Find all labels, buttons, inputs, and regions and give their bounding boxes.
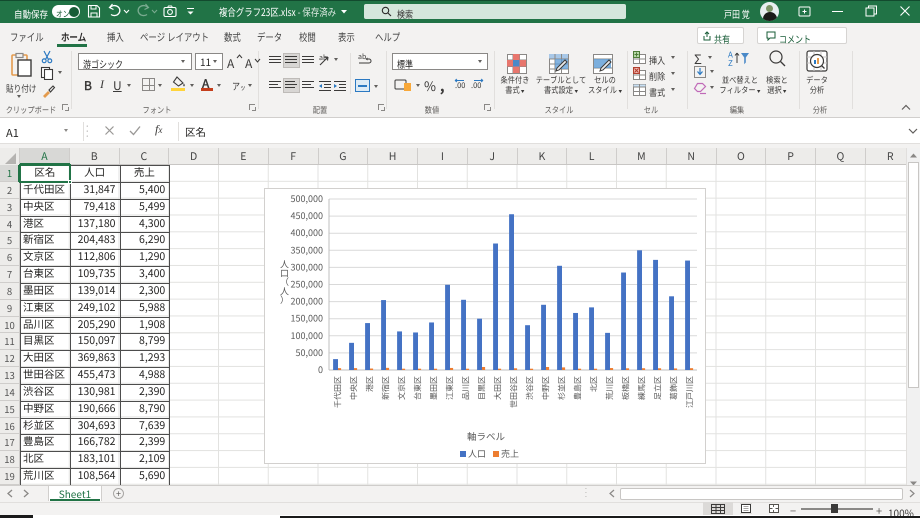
svg-text:中央区: 中央区 bbox=[349, 376, 360, 400]
svg-text:300,000: 300,000 bbox=[291, 260, 323, 273]
svg-text:400,000: 400,000 bbox=[291, 226, 323, 239]
svg-text:50,000: 50,000 bbox=[296, 346, 323, 359]
svg-text:江戸川区: 江戸川区 bbox=[685, 376, 696, 408]
svg-text:北区: 北区 bbox=[589, 376, 600, 392]
svg-text:250,000: 250,000 bbox=[291, 278, 323, 291]
svg-text:渋谷区: 渋谷区 bbox=[525, 376, 536, 400]
svg-text:板橋区: 板橋区 bbox=[621, 376, 632, 400]
svg-text:葛飾区: 葛飾区 bbox=[669, 376, 680, 400]
svg-text:新宿区: 新宿区 bbox=[381, 376, 392, 400]
svg-text:練馬区: 練馬区 bbox=[637, 376, 648, 400]
svg-text:豊島区: 豊島区 bbox=[573, 376, 584, 400]
svg-text:Z: Z bbox=[728, 58, 733, 67]
svg-text:目黒区: 目黒区 bbox=[477, 376, 488, 400]
svg-text:墨田区: 墨田区 bbox=[429, 376, 440, 400]
svg-text:文京区: 文京区 bbox=[397, 376, 408, 400]
svg-text:千代田区: 千代田区 bbox=[333, 376, 344, 408]
svg-text:中野区: 中野区 bbox=[541, 376, 552, 400]
svg-text:足立区: 足立区 bbox=[653, 376, 664, 400]
svg-text:杉並区: 杉並区 bbox=[557, 376, 568, 400]
svg-text:150,000: 150,000 bbox=[291, 312, 323, 325]
svg-text:港区: 港区 bbox=[365, 376, 376, 392]
svg-text:ab: ab bbox=[358, 52, 366, 62]
svg-text:荒川区: 荒川区 bbox=[605, 376, 616, 400]
svg-text:100,000: 100,000 bbox=[291, 329, 323, 342]
svg-text:200,000: 200,000 bbox=[291, 295, 323, 308]
svg-text:.00: .00 bbox=[471, 80, 481, 91]
svg-text:世田谷区: 世田谷区 bbox=[509, 376, 520, 408]
svg-text:台東区: 台東区 bbox=[413, 376, 424, 400]
svg-text:ab: ab bbox=[319, 53, 327, 63]
svg-text:品川区: 品川区 bbox=[461, 376, 472, 400]
svg-text:江東区: 江東区 bbox=[445, 376, 456, 400]
svg-text:500,000: 500,000 bbox=[291, 192, 323, 205]
svg-text:450,000: 450,000 bbox=[291, 209, 323, 222]
svg-text:350,000: 350,000 bbox=[291, 243, 323, 256]
svg-text:0: 0 bbox=[318, 363, 323, 376]
svg-text:大田区: 大田区 bbox=[493, 376, 504, 400]
